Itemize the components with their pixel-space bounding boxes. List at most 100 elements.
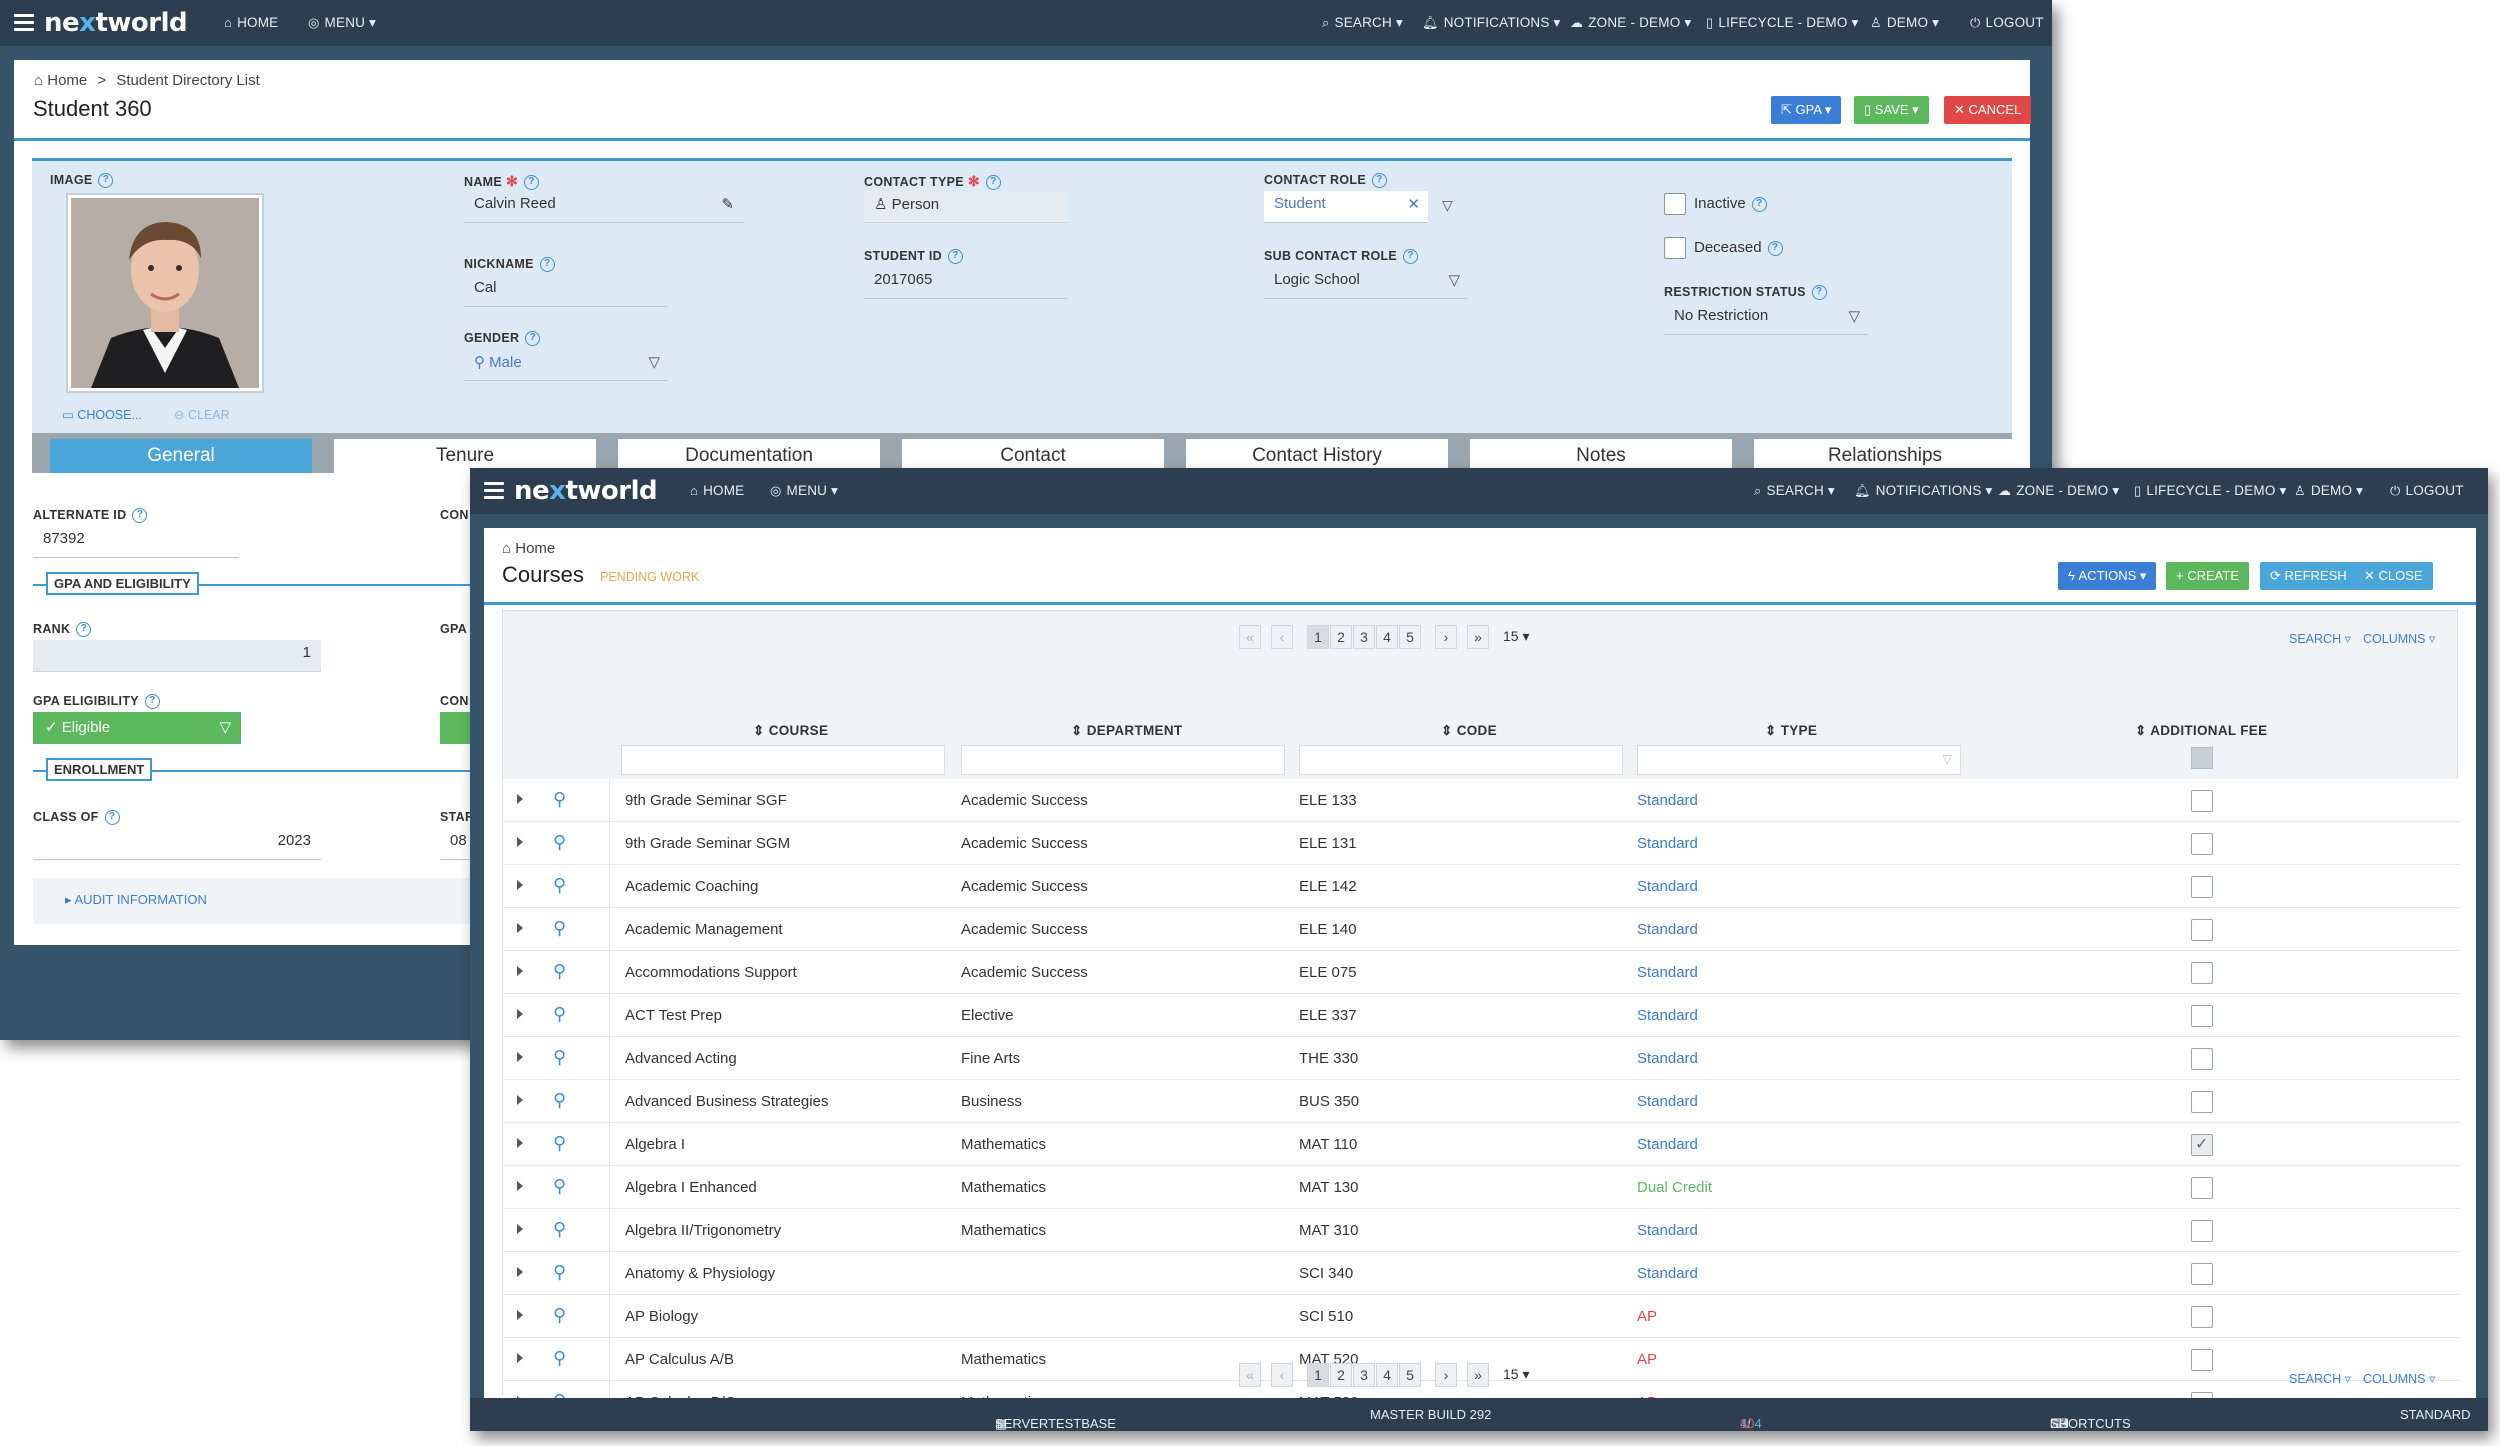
table-row[interactable]: ⚲ AP Biology SCI 510 AP	[503, 1295, 2459, 1338]
type-filter-select[interactable]: ▽	[1637, 745, 1961, 775]
nextworld-logo[interactable]: nextworld	[44, 8, 188, 38]
table-row[interactable]: ⚲ Advanced Business Strategies Business BUS…	[503, 1080, 2459, 1123]
table-row[interactable]: ⚲ Algebra I Mathematics MAT 110 Standard ✓	[503, 1123, 2459, 1166]
course-cell[interactable]: Academic Management	[625, 921, 783, 938]
help-icon[interactable]: ?	[132, 508, 148, 524]
column-header-additional-fee[interactable]: ⇕ ADDITIONAL FEE	[2135, 723, 2267, 739]
nav-zone[interactable]: ☁ ZONE - DEMO ▾	[1998, 483, 2119, 499]
help-icon[interactable]: ?	[985, 175, 1001, 191]
tree-icon[interactable]: ⚲	[553, 1047, 566, 1068]
additional-fee-checkbox[interactable]	[2191, 1306, 2213, 1328]
expand-row-icon[interactable]	[517, 1181, 523, 1191]
tree-icon[interactable]: ⚲	[553, 961, 566, 982]
additional-fee-checkbox[interactable]	[2191, 1349, 2213, 1371]
type-cell[interactable]: Dual Credit	[1637, 1179, 1712, 1196]
course-cell[interactable]: Advanced Acting	[625, 1050, 737, 1067]
help-icon[interactable]: ?	[98, 173, 114, 189]
actions-button[interactable]: ϟ ACTIONS ▾	[2058, 562, 2157, 590]
table-row[interactable]: ⚲ Advanced Acting Fine Arts THE 330 Standard	[503, 1037, 2459, 1080]
nav-menu[interactable]: ◎ MENU ▾	[308, 15, 376, 31]
additional-fee-checkbox[interactable]	[2191, 833, 2213, 855]
contact-role-field[interactable]: Student ✕	[1264, 191, 1428, 223]
additional-fee-checkbox[interactable]	[2191, 919, 2213, 941]
next-page-button[interactable]: ›	[1435, 1363, 1457, 1387]
expand-row-icon[interactable]	[517, 1310, 523, 1320]
tree-icon[interactable]: ⚲	[553, 1219, 566, 1240]
cancel-button[interactable]: ✕ CANCEL	[1944, 96, 2032, 124]
course-cell[interactable]: Algebra II/Trigonometry	[625, 1222, 781, 1239]
expand-row-icon[interactable]	[517, 923, 523, 933]
audit-section[interactable]: ▸ AUDIT INFORMATION	[33, 878, 493, 924]
page-1-button[interactable]: 1	[1307, 1363, 1329, 1387]
course-cell[interactable]: ACT Test Prep	[625, 1007, 722, 1024]
nav-home[interactable]: ⌂ HOME	[690, 483, 744, 498]
type-cell[interactable]: Standard	[1637, 792, 1698, 809]
expand-row-icon[interactable]	[517, 1353, 523, 1363]
course-cell[interactable]: Algebra I	[625, 1136, 685, 1153]
nav-menu[interactable]: ◎ MENU ▾	[770, 483, 838, 499]
course-cell[interactable]: Academic Coaching	[625, 878, 758, 895]
hamburger-menu-icon[interactable]	[14, 14, 34, 31]
breadcrumb-home[interactable]: Home	[47, 72, 87, 89]
type-cell[interactable]: Standard	[1637, 1007, 1698, 1024]
pending-work-badge[interactable]: PENDING WORK	[600, 570, 699, 584]
table-row[interactable]: ⚲ ACT Test Prep Elective ELE 337 Standard	[503, 994, 2459, 1037]
expand-row-icon[interactable]	[517, 880, 523, 890]
expand-row-icon[interactable]	[517, 966, 523, 976]
prev-page-button[interactable]: ‹	[1271, 1363, 1293, 1387]
help-icon[interactable]: ?	[1767, 240, 1783, 256]
tree-icon[interactable]: ⚲	[553, 1262, 566, 1283]
column-header-code[interactable]: ⇕ CODE	[1441, 723, 1497, 739]
last-page-button[interactable]: »	[1467, 1363, 1489, 1387]
page-1-button[interactable]: 1	[1307, 625, 1329, 649]
breadcrumb-home[interactable]: Home	[515, 540, 555, 557]
course-cell[interactable]: Algebra I Enhanced	[625, 1179, 757, 1196]
nav-notifications[interactable]: 🔔︎ NOTIFICATIONS ▾	[1854, 483, 1993, 499]
tree-icon[interactable]: ⚲	[553, 875, 566, 896]
help-icon[interactable]: ?	[525, 331, 541, 347]
additional-fee-checkbox[interactable]	[2191, 876, 2213, 898]
type-cell[interactable]: Standard	[1637, 878, 1698, 895]
alternate-id-field[interactable]: 87392	[33, 526, 239, 558]
table-row[interactable]: ⚲ Academic Management Academic Success ELE …	[503, 908, 2459, 951]
column-header-type[interactable]: ⇕ TYPE	[1765, 723, 1817, 739]
type-cell[interactable]: Standard	[1637, 921, 1698, 938]
help-icon[interactable]: ?	[1403, 249, 1419, 265]
type-cell[interactable]: Standard	[1637, 1093, 1698, 1110]
code-filter-input[interactable]	[1299, 745, 1623, 775]
prev-page-button[interactable]: ‹	[1271, 625, 1293, 649]
restriction-status-select[interactable]: No Restriction ▽	[1664, 303, 1868, 335]
page-2-button[interactable]: 2	[1330, 625, 1352, 649]
nav-logout[interactable]: ⏻ LOGOUT	[1970, 15, 2044, 31]
tree-icon[interactable]: ⚲	[553, 832, 566, 853]
nav-lifecycle[interactable]: ▯ LIFECYCLE - DEMO ▾	[1706, 15, 1859, 31]
expand-row-icon[interactable]	[517, 1267, 523, 1277]
type-cell[interactable]: Standard	[1637, 964, 1698, 981]
type-cell[interactable]: Standard	[1637, 1222, 1698, 1239]
course-cell[interactable]: Advanced Business Strategies	[625, 1093, 828, 1110]
nextworld-logo[interactable]: nextworld	[514, 476, 658, 506]
grid-columns-link[interactable]: COLUMNS ▿	[2363, 1371, 2435, 1386]
expand-row-icon[interactable]	[517, 1095, 523, 1105]
grid-columns-link[interactable]: COLUMNS ▿	[2363, 631, 2435, 646]
tree-icon[interactable]: ⚲	[553, 1133, 566, 1154]
table-row[interactable]: ⚲ Anatomy & Physiology SCI 340 Standard	[503, 1252, 2459, 1295]
expand-row-icon[interactable]	[517, 837, 523, 847]
table-row[interactable]: ⚲ Accommodations Support Academic Success E…	[503, 951, 2459, 994]
type-cell[interactable]: Standard	[1637, 1050, 1698, 1067]
nav-search[interactable]: ⌕ SEARCH ▾	[1322, 15, 1403, 31]
remove-icon[interactable]: ✕	[1407, 195, 1420, 213]
type-cell[interactable]: AP	[1637, 1351, 1657, 1368]
page-size-select[interactable]: 15 ▾	[1503, 628, 1530, 645]
page-4-button[interactable]: 4	[1376, 625, 1398, 649]
close-button[interactable]: ✕ CLOSE	[2354, 562, 2433, 590]
nav-home[interactable]: ⌂ HOME	[224, 15, 278, 30]
help-icon[interactable]: ?	[1371, 173, 1387, 189]
additional-fee-checkbox[interactable]	[2191, 1048, 2213, 1070]
first-page-button[interactable]: «	[1239, 625, 1261, 649]
tree-icon[interactable]: ⚲	[553, 1348, 566, 1369]
course-cell[interactable]: AP Biology	[625, 1308, 698, 1325]
tree-icon[interactable]: ⚲	[553, 1004, 566, 1025]
nav-lifecycle[interactable]: ▯ LIFECYCLE - DEMO ▾	[2134, 483, 2287, 499]
help-icon[interactable]: ?	[76, 622, 92, 638]
